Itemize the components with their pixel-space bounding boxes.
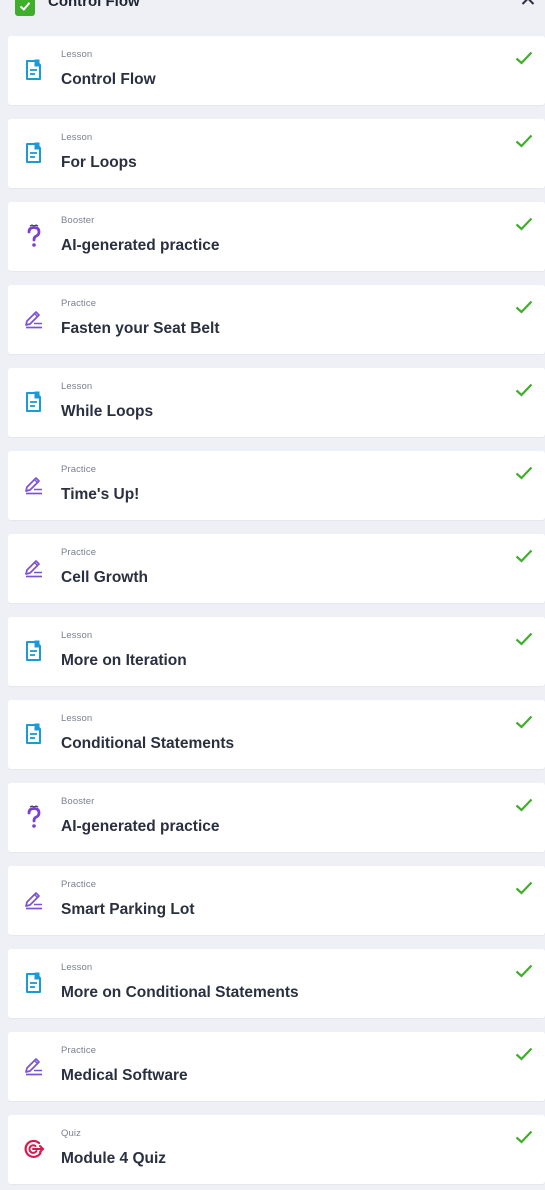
item-type-label: Practice xyxy=(61,298,97,309)
completed-check-icon xyxy=(515,465,533,481)
item-type-label: Booster xyxy=(61,215,95,226)
module-item[interactable]: Practice Fasten your Seat Belt xyxy=(8,285,545,354)
module-header[interactable]: Control Flow xyxy=(0,0,545,18)
item-title: While Loops xyxy=(61,403,154,420)
question-mark-icon xyxy=(22,805,46,829)
module-item[interactable]: Practice Cell Growth xyxy=(8,534,545,603)
completed-check-icon xyxy=(515,880,533,896)
pencil-icon xyxy=(22,556,46,580)
completed-check-icon xyxy=(515,216,533,232)
module-item[interactable]: Practice Time's Up! xyxy=(8,451,545,520)
pencil-icon xyxy=(22,888,46,912)
lesson-document-icon xyxy=(22,390,46,414)
item-title: Module 4 Quiz xyxy=(61,1150,167,1167)
item-title: Medical Software xyxy=(61,1067,188,1084)
module-title: Control Flow xyxy=(48,0,140,10)
module-item[interactable]: Practice Smart Parking Lot xyxy=(8,866,545,935)
completed-check-icon xyxy=(515,50,533,66)
item-type-label: Practice xyxy=(61,1045,97,1056)
item-type-label: Quiz xyxy=(61,1128,81,1139)
item-type-label: Lesson xyxy=(61,962,93,973)
completed-check-icon xyxy=(515,299,533,315)
item-type-label: Lesson xyxy=(61,132,93,143)
item-type-label: Practice xyxy=(61,464,97,475)
completed-check-icon xyxy=(515,797,533,813)
pencil-icon xyxy=(22,307,46,331)
item-title: Conditional Statements xyxy=(61,735,235,752)
item-title: Control Flow xyxy=(61,71,156,88)
lesson-document-icon xyxy=(22,971,46,995)
item-title: AI-generated practice xyxy=(61,818,220,835)
item-title: Fasten your Seat Belt xyxy=(61,320,220,337)
completed-check-icon xyxy=(515,631,533,647)
module-item[interactable]: Lesson For Loops xyxy=(8,119,545,188)
item-title: More on Conditional Statements xyxy=(61,984,299,1001)
item-title: Time's Up! xyxy=(61,486,140,503)
completed-check-icon xyxy=(515,382,533,398)
completed-check-icon xyxy=(515,714,533,730)
pencil-icon xyxy=(22,1054,46,1078)
module-item[interactable]: Lesson Conditional Statements xyxy=(8,700,545,769)
completed-check-icon xyxy=(515,963,533,979)
completed-check-icon xyxy=(515,133,533,149)
module-item[interactable]: Lesson Control Flow xyxy=(8,36,545,105)
module-item[interactable]: Booster AI-generated practice xyxy=(8,202,545,271)
module-item[interactable]: Lesson More on Iteration xyxy=(8,617,545,686)
lesson-document-icon xyxy=(22,722,46,746)
item-title: Cell Growth xyxy=(61,569,148,586)
lesson-document-icon xyxy=(22,58,46,82)
completed-check-icon xyxy=(515,1046,533,1062)
item-type-label: Lesson xyxy=(61,630,93,641)
item-type-label: Lesson xyxy=(61,713,93,724)
lesson-document-icon xyxy=(22,639,46,663)
completed-check-icon xyxy=(515,548,533,564)
item-title: AI-generated practice xyxy=(61,237,220,254)
module-item[interactable]: Quiz Module 4 Quiz xyxy=(8,1115,545,1184)
completed-check-icon xyxy=(515,1129,533,1145)
lesson-document-icon xyxy=(22,141,46,165)
item-type-label: Practice xyxy=(61,547,97,558)
item-title: For Loops xyxy=(61,154,137,171)
module-item[interactable]: Practice Medical Software xyxy=(8,1032,545,1101)
item-type-label: Booster xyxy=(61,796,95,807)
module-item[interactable]: Booster AI-generated practice xyxy=(8,783,545,852)
question-mark-icon xyxy=(22,224,46,248)
chevron-up-icon[interactable] xyxy=(519,0,537,8)
module-complete-check-icon xyxy=(15,0,35,16)
item-type-label: Lesson xyxy=(61,49,93,60)
item-type-label: Lesson xyxy=(61,381,93,392)
item-title: More on Iteration xyxy=(61,652,187,669)
target-icon xyxy=(22,1137,46,1161)
module-item[interactable]: Lesson While Loops xyxy=(8,368,545,437)
item-title: Smart Parking Lot xyxy=(61,901,195,918)
item-type-label: Practice xyxy=(61,879,97,890)
module-item[interactable]: Lesson More on Conditional Statements xyxy=(8,949,545,1018)
pencil-icon xyxy=(22,473,46,497)
